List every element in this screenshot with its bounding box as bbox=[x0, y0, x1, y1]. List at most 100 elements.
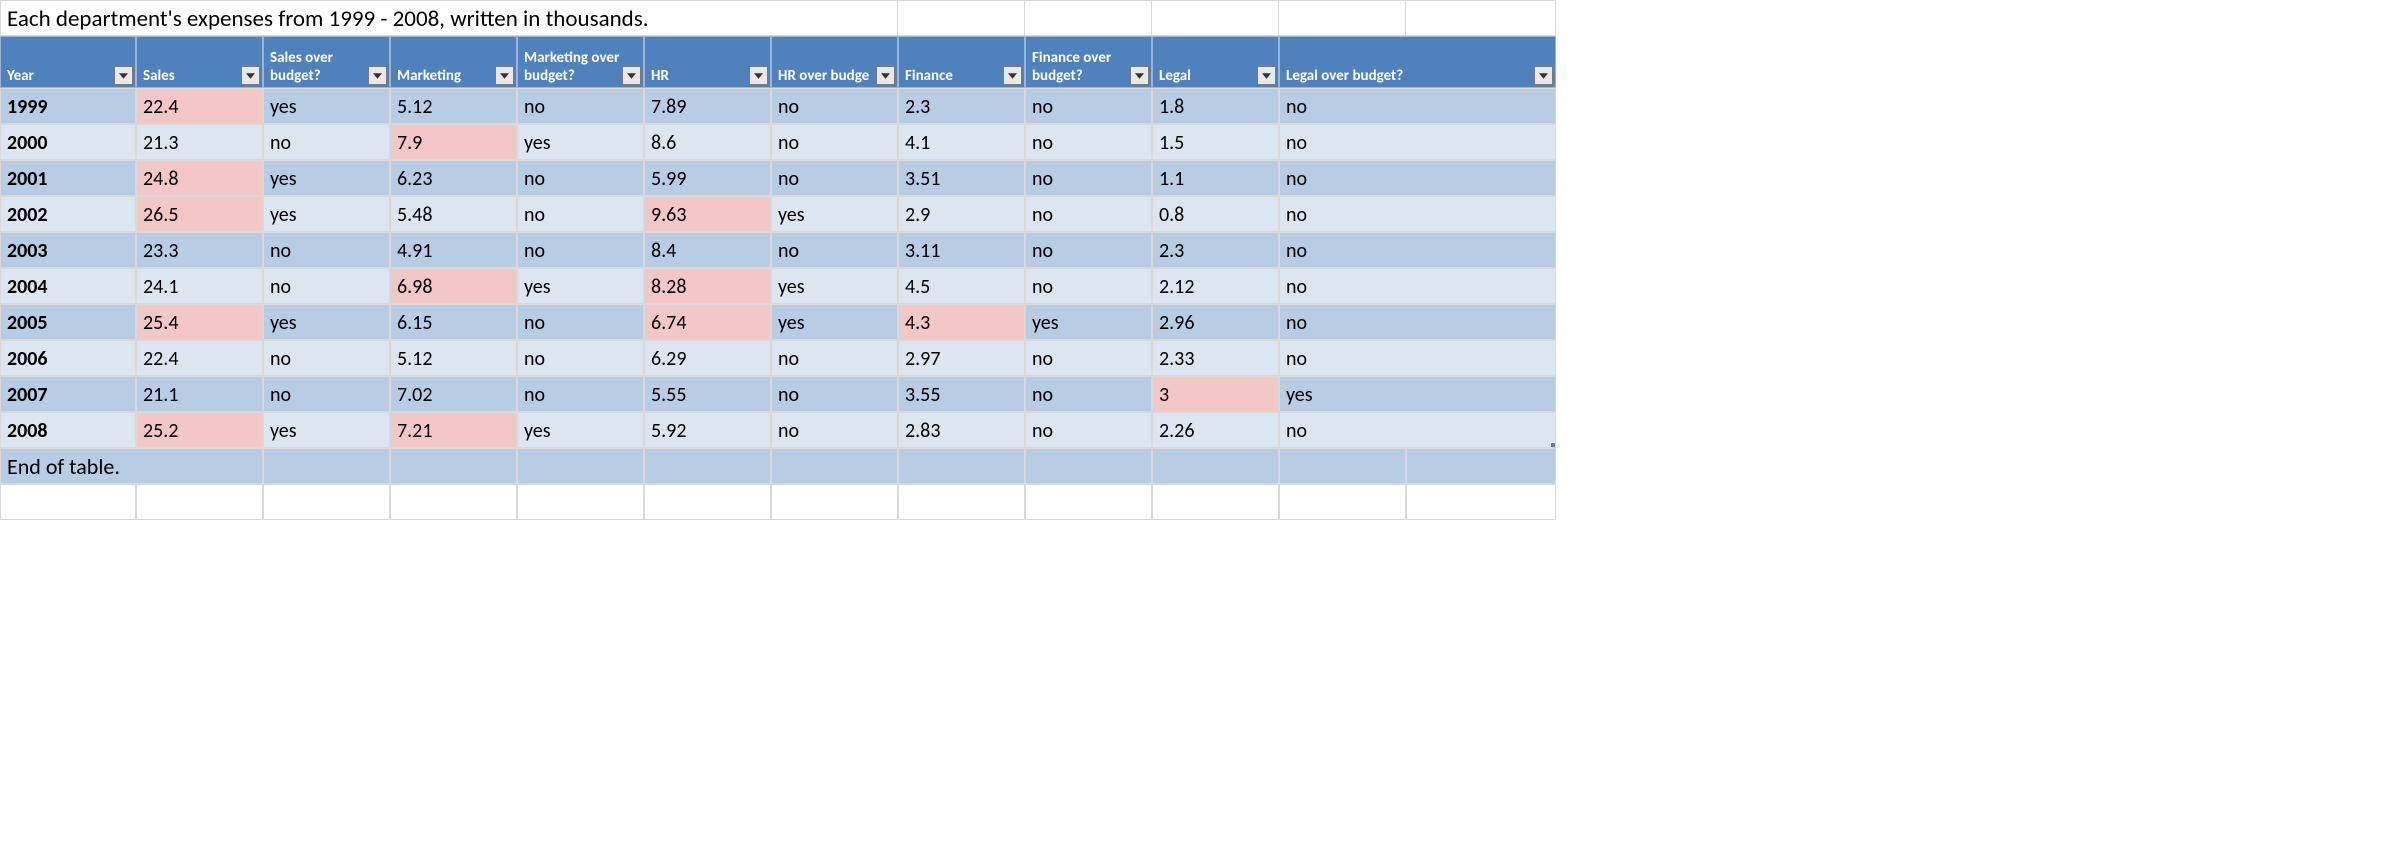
cell-mkt[interactable]: 6.23 bbox=[390, 160, 517, 196]
cell-hr[interactable]: 5.92 bbox=[644, 412, 771, 448]
cell-sales_ob[interactable]: no bbox=[263, 232, 390, 268]
cell-legal[interactable]: 1.8 bbox=[1152, 88, 1279, 124]
cell-fin_ob[interactable]: no bbox=[1025, 232, 1152, 268]
cell-hr_ob[interactable]: no bbox=[771, 340, 898, 376]
column-header-fin_ob[interactable]: Finance over budget? bbox=[1025, 36, 1152, 88]
column-header-mkt_ob[interactable]: Marketing over budget? bbox=[517, 36, 644, 88]
filter-dropdown-button[interactable] bbox=[114, 66, 133, 85]
cell-legal_ob[interactable]: no bbox=[1279, 160, 1556, 196]
cell-sales[interactable]: 21.1 bbox=[136, 376, 263, 412]
cell-sales_ob[interactable]: yes bbox=[263, 88, 390, 124]
cell-legal[interactable]: 2.33 bbox=[1152, 340, 1279, 376]
row-year[interactable]: 2001 bbox=[0, 160, 136, 196]
cell-fin_ob[interactable]: no bbox=[1025, 88, 1152, 124]
cell-legal_ob[interactable]: no bbox=[1279, 340, 1556, 376]
cell-legal_ob[interactable]: yes bbox=[1279, 376, 1556, 412]
cell-hr[interactable]: 7.89 bbox=[644, 88, 771, 124]
cell-fin_ob[interactable]: no bbox=[1025, 160, 1152, 196]
cell-hr_ob[interactable]: no bbox=[771, 376, 898, 412]
cell-mkt_ob[interactable]: yes bbox=[517, 268, 644, 304]
cell-legal_ob[interactable]: no bbox=[1279, 124, 1556, 160]
cell-hr_ob[interactable]: no bbox=[771, 88, 898, 124]
cell-mkt[interactable]: 5.48 bbox=[390, 196, 517, 232]
cell-fin[interactable]: 3.55 bbox=[898, 376, 1025, 412]
cell-mkt[interactable]: 7.02 bbox=[390, 376, 517, 412]
cell-legal_ob[interactable]: no bbox=[1279, 232, 1556, 268]
cell-mkt_ob[interactable]: no bbox=[517, 88, 644, 124]
column-header-hr[interactable]: HR bbox=[644, 36, 771, 88]
cell-sales_ob[interactable]: yes bbox=[263, 412, 390, 448]
row-year[interactable]: 2008 bbox=[0, 412, 136, 448]
cell-fin_ob[interactable]: yes bbox=[1025, 304, 1152, 340]
cell-hr_ob[interactable]: yes bbox=[771, 304, 898, 340]
cell-mkt_ob[interactable]: no bbox=[517, 160, 644, 196]
row-year[interactable]: 2002 bbox=[0, 196, 136, 232]
column-header-sales[interactable]: Sales bbox=[136, 36, 263, 88]
cell-legal[interactable]: 1.5 bbox=[1152, 124, 1279, 160]
cell-mkt_ob[interactable]: yes bbox=[517, 124, 644, 160]
cell-sales[interactable]: 21.3 bbox=[136, 124, 263, 160]
cell-legal_ob[interactable]: no bbox=[1279, 268, 1556, 304]
cell-sales_ob[interactable]: no bbox=[263, 376, 390, 412]
cell-fin[interactable]: 4.5 bbox=[898, 268, 1025, 304]
cell-fin[interactable]: 2.97 bbox=[898, 340, 1025, 376]
cell-hr_ob[interactable]: no bbox=[771, 160, 898, 196]
cell-fin_ob[interactable]: no bbox=[1025, 196, 1152, 232]
cell-sales[interactable]: 23.3 bbox=[136, 232, 263, 268]
cell-fin[interactable]: 4.1 bbox=[898, 124, 1025, 160]
cell-fin[interactable]: 2.3 bbox=[898, 88, 1025, 124]
cell-sales[interactable]: 22.4 bbox=[136, 88, 263, 124]
cell-hr_ob[interactable]: no bbox=[771, 412, 898, 448]
cell-fin[interactable]: 3.51 bbox=[898, 160, 1025, 196]
cell-legal_ob[interactable]: no bbox=[1279, 304, 1556, 340]
cell-legal_ob[interactable]: no bbox=[1279, 196, 1556, 232]
cell-mkt_ob[interactable]: yes bbox=[517, 412, 644, 448]
cell-legal[interactable]: 3 bbox=[1152, 376, 1279, 412]
cell-fin_ob[interactable]: no bbox=[1025, 340, 1152, 376]
cell-fin[interactable]: 3.11 bbox=[898, 232, 1025, 268]
cell-legal[interactable]: 2.3 bbox=[1152, 232, 1279, 268]
cell-legal[interactable]: 1.1 bbox=[1152, 160, 1279, 196]
row-year[interactable]: 1999 bbox=[0, 88, 136, 124]
cell-hr[interactable]: 9.63 bbox=[644, 196, 771, 232]
column-header-year[interactable]: Year bbox=[0, 36, 136, 88]
cell-hr[interactable]: 6.29 bbox=[644, 340, 771, 376]
cell-mkt[interactable]: 6.15 bbox=[390, 304, 517, 340]
cell-fin_ob[interactable]: no bbox=[1025, 124, 1152, 160]
row-year[interactable]: 2003 bbox=[0, 232, 136, 268]
filter-dropdown-button[interactable] bbox=[749, 66, 768, 85]
column-header-sales_ob[interactable]: Sales over budget? bbox=[263, 36, 390, 88]
cell-mkt_ob[interactable]: no bbox=[517, 196, 644, 232]
cell-hr[interactable]: 5.55 bbox=[644, 376, 771, 412]
cell-hr[interactable]: 5.99 bbox=[644, 160, 771, 196]
cell-mkt[interactable]: 4.91 bbox=[390, 232, 517, 268]
row-year[interactable]: 2000 bbox=[0, 124, 136, 160]
filter-dropdown-button[interactable] bbox=[1003, 66, 1022, 85]
cell-sales_ob[interactable]: no bbox=[263, 268, 390, 304]
filter-dropdown-button[interactable] bbox=[622, 66, 641, 85]
cell-hr[interactable]: 6.74 bbox=[644, 304, 771, 340]
cell-sales_ob[interactable]: no bbox=[263, 124, 390, 160]
cell-mkt[interactable]: 6.98 bbox=[390, 268, 517, 304]
cell-sales_ob[interactable]: yes bbox=[263, 196, 390, 232]
cell-sales[interactable]: 26.5 bbox=[136, 196, 263, 232]
column-header-hr_ob[interactable]: HR over budge bbox=[771, 36, 898, 88]
cell-mkt[interactable]: 7.9 bbox=[390, 124, 517, 160]
cell-legal_ob[interactable]: no bbox=[1279, 412, 1556, 448]
cell-sales_ob[interactable]: yes bbox=[263, 160, 390, 196]
cell-legal[interactable]: 0.8 bbox=[1152, 196, 1279, 232]
column-header-mkt[interactable]: Marketing bbox=[390, 36, 517, 88]
column-header-legal_ob[interactable]: Legal over budget? bbox=[1279, 36, 1556, 88]
cell-hr[interactable]: 8.4 bbox=[644, 232, 771, 268]
row-year[interactable]: 2005 bbox=[0, 304, 136, 340]
cell-hr[interactable]: 8.6 bbox=[644, 124, 771, 160]
cell-legal[interactable]: 2.96 bbox=[1152, 304, 1279, 340]
cell-legal[interactable]: 2.12 bbox=[1152, 268, 1279, 304]
cell-mkt_ob[interactable]: no bbox=[517, 232, 644, 268]
cell-hr[interactable]: 8.28 bbox=[644, 268, 771, 304]
filter-dropdown-button[interactable] bbox=[368, 66, 387, 85]
cell-fin[interactable]: 2.83 bbox=[898, 412, 1025, 448]
cell-mkt[interactable]: 7.21 bbox=[390, 412, 517, 448]
column-header-fin[interactable]: Finance bbox=[898, 36, 1025, 88]
cell-legal_ob[interactable]: no bbox=[1279, 88, 1556, 124]
